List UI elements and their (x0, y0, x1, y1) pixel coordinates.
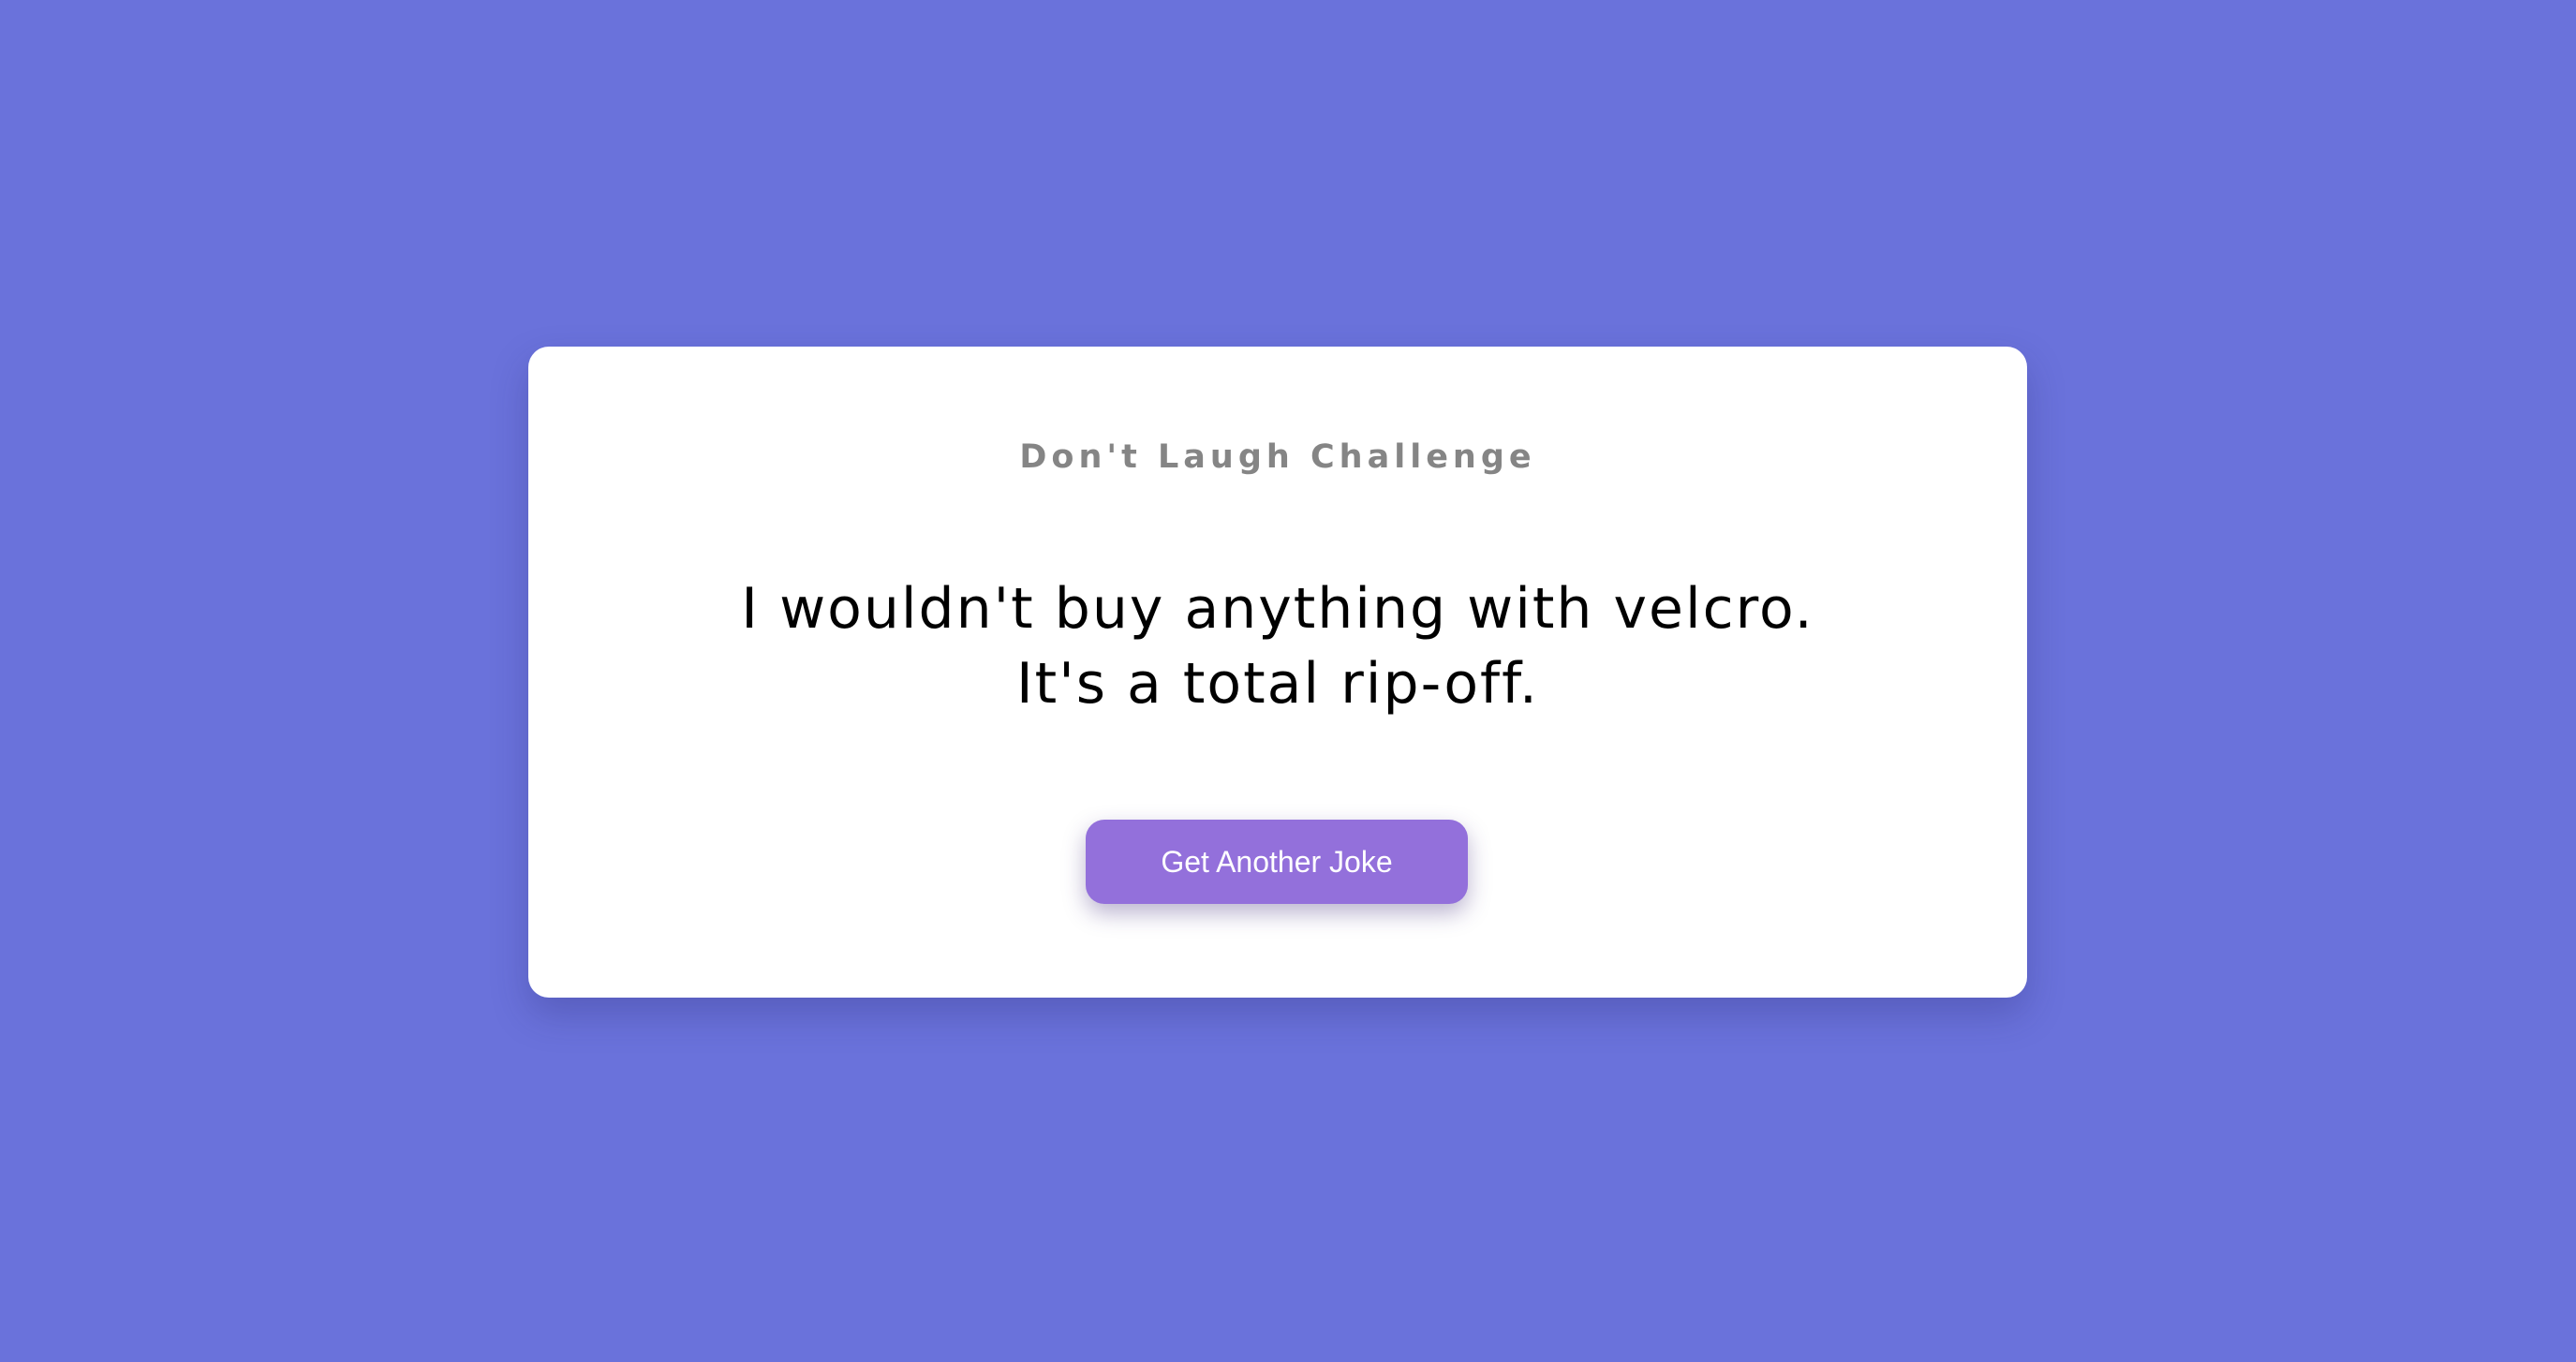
page-background: { "colors": { "background": "#6a72db", "… (0, 0, 2576, 1362)
joke-card: Don't Laugh Challenge I wouldn't buy any… (528, 347, 2027, 998)
challenge-title: Don't Laugh Challenge (1019, 438, 1536, 476)
joke-text: I wouldn't buy anything with velcro. It'… (741, 576, 1814, 717)
get-another-joke-button[interactable]: Get Another Joke (1086, 820, 1468, 904)
